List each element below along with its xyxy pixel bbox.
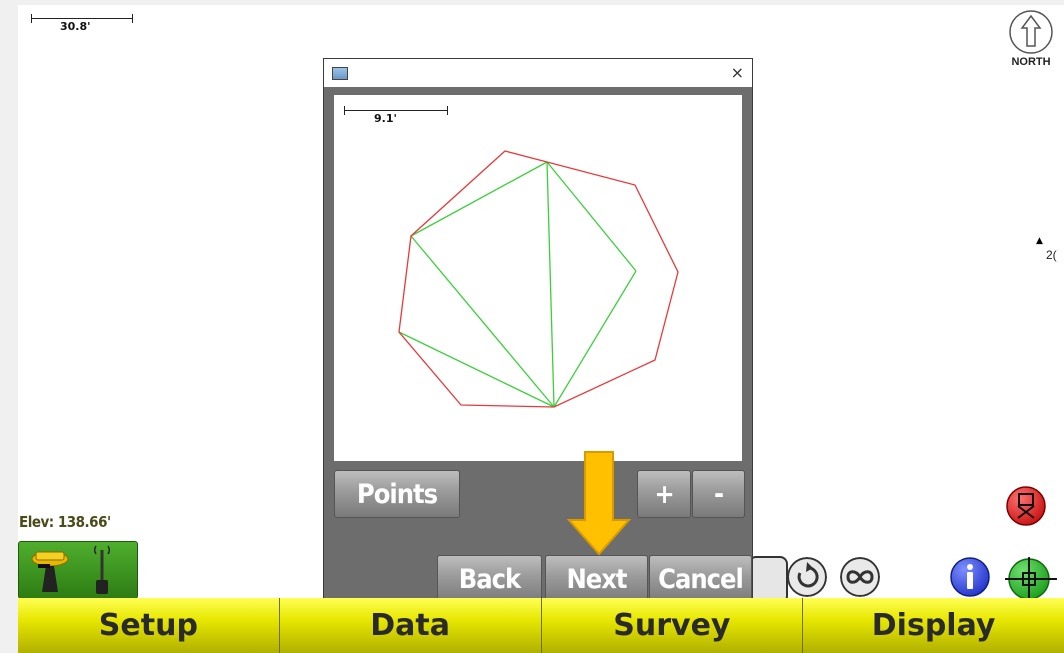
window-icon	[332, 67, 348, 80]
record-icon[interactable]	[1006, 486, 1046, 526]
elevation-readout: Elev: 138.66'	[19, 513, 111, 531]
tab-data[interactable]: Data	[279, 598, 542, 653]
info-icon[interactable]	[950, 557, 990, 597]
back-button[interactable]: Back	[437, 555, 542, 603]
map-scale-bar: 30.8'	[31, 14, 133, 33]
cancel-button[interactable]: Cancel	[649, 555, 752, 603]
close-icon[interactable]: ×	[731, 63, 744, 82]
zoom-in-button[interactable]: +	[637, 470, 691, 518]
points-button[interactable]: Points	[334, 470, 460, 518]
north-label: NORTH	[1011, 56, 1051, 68]
north-arrow-icon	[1009, 10, 1053, 54]
tab-survey[interactable]: Survey	[541, 598, 804, 653]
area-boundary	[398, 150, 679, 408]
dialog-title-bar: ×	[324, 59, 752, 87]
area-definition-dialog: × 9.1' Points + - Back Next Cancel	[323, 58, 753, 603]
frame-left	[0, 0, 18, 653]
map-scale-label: 30.8'	[60, 20, 91, 33]
survey-point-label: 2(	[1046, 248, 1057, 262]
main-tab-bar: Setup Data Survey Display	[18, 598, 1064, 653]
highlight-arrow-icon	[567, 451, 631, 556]
tab-setup[interactable]: Setup	[18, 598, 280, 653]
zoom-out-button[interactable]: -	[692, 470, 745, 518]
north-arrow[interactable]: NORTH	[1004, 8, 1058, 70]
polygon-triangulation	[398, 150, 679, 408]
polygon-preview-canvas: 9.1'	[334, 95, 742, 461]
survey-point-icon[interactable]: ▲	[1036, 236, 1043, 246]
square-view-icon[interactable]	[748, 556, 788, 604]
infinity-icon[interactable]	[840, 557, 880, 597]
radio-antenna-icon	[94, 545, 110, 594]
gps-receiver-icon	[31, 551, 69, 592]
tab-display[interactable]: Display	[803, 598, 1064, 653]
crosshair-icon[interactable]	[1005, 557, 1057, 603]
rotate-icon[interactable]	[787, 557, 827, 597]
next-button[interactable]: Next	[545, 555, 648, 603]
device-status-panel[interactable]	[18, 541, 138, 599]
frame-top	[0, 0, 1064, 5]
